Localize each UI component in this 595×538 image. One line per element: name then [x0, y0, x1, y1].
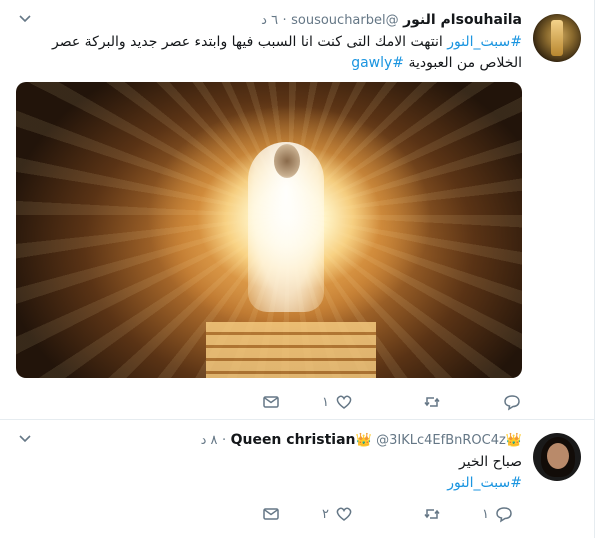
- reply-button[interactable]: ١: [482, 504, 513, 524]
- like-button[interactable]: ١: [322, 392, 353, 412]
- like-icon: [336, 507, 352, 521]
- retweet-icon: [424, 509, 440, 519]
- tweet-text: صباح الخير #سبت_النور: [16, 452, 522, 494]
- tweet-actions: ١: [0, 392, 594, 412]
- reply-button[interactable]: [503, 392, 521, 412]
- timestamp[interactable]: ٨ د: [201, 433, 218, 448]
- like-button[interactable]: ٢: [322, 504, 353, 524]
- separator-dot: ·: [221, 433, 227, 448]
- caret-down-icon[interactable]: [18, 12, 32, 26]
- message-icon: [263, 396, 279, 408]
- avatar-image: [551, 20, 563, 56]
- tweet-header: souhailaام النور @sousoucharbel · ٦ د: [261, 10, 522, 31]
- user-handle[interactable]: @3IKLc4EfBnROC4z: [376, 433, 506, 448]
- reply-icon: [504, 395, 520, 411]
- like-icon: [336, 395, 352, 409]
- display-name[interactable]: Queen christian: [231, 432, 356, 448]
- timeline: souhailaام النور @sousoucharbel · ٦ د #س…: [0, 0, 595, 538]
- tweet-header: 👑Queen christian👑 @3IKLc4EfBnROC4z · ٨ د: [201, 430, 522, 451]
- tweet-actions: ٢ ١: [0, 504, 594, 524]
- avatar[interactable]: [533, 14, 581, 62]
- reply-icon: [496, 507, 512, 523]
- message-icon: [263, 508, 279, 520]
- tweet[interactable]: souhailaام النور @sousoucharbel · ٦ د #س…: [0, 0, 594, 420]
- timestamp[interactable]: ٦ د: [261, 13, 278, 28]
- message-button[interactable]: [262, 392, 280, 412]
- avatar-image: [547, 443, 569, 469]
- tweet-text: #سبت_النور انتهت الامك التى كنت انا السب…: [16, 32, 522, 74]
- tweet[interactable]: 👑Queen christian👑 @3IKLc4EfBnROC4z · ٨ د…: [0, 420, 594, 538]
- retweet-button[interactable]: [423, 392, 441, 412]
- tweet-body: صباح الخير: [458, 454, 522, 470]
- crown-icon: 👑: [505, 433, 522, 448]
- retweet-icon: [424, 397, 440, 407]
- user-handle[interactable]: @sousoucharbel: [291, 13, 399, 28]
- like-count: ٢: [322, 506, 329, 522]
- tweet-media-image[interactable]: [16, 82, 522, 378]
- avatar[interactable]: [533, 433, 581, 481]
- like-count: ١: [322, 394, 329, 410]
- separator-dot: ·: [282, 13, 287, 28]
- reply-count: ١: [482, 506, 489, 522]
- message-button[interactable]: [262, 504, 280, 524]
- hashtag-link[interactable]: #gawly: [351, 55, 404, 71]
- hashtag-link[interactable]: #سبت_النور: [16, 473, 522, 494]
- display-name[interactable]: souhailaام النور: [403, 12, 522, 28]
- caret-down-icon[interactable]: [18, 432, 32, 446]
- retweet-button[interactable]: [423, 504, 441, 524]
- crown-icon: 👑: [355, 433, 372, 448]
- hashtag-link[interactable]: #سبت_النور: [447, 34, 522, 50]
